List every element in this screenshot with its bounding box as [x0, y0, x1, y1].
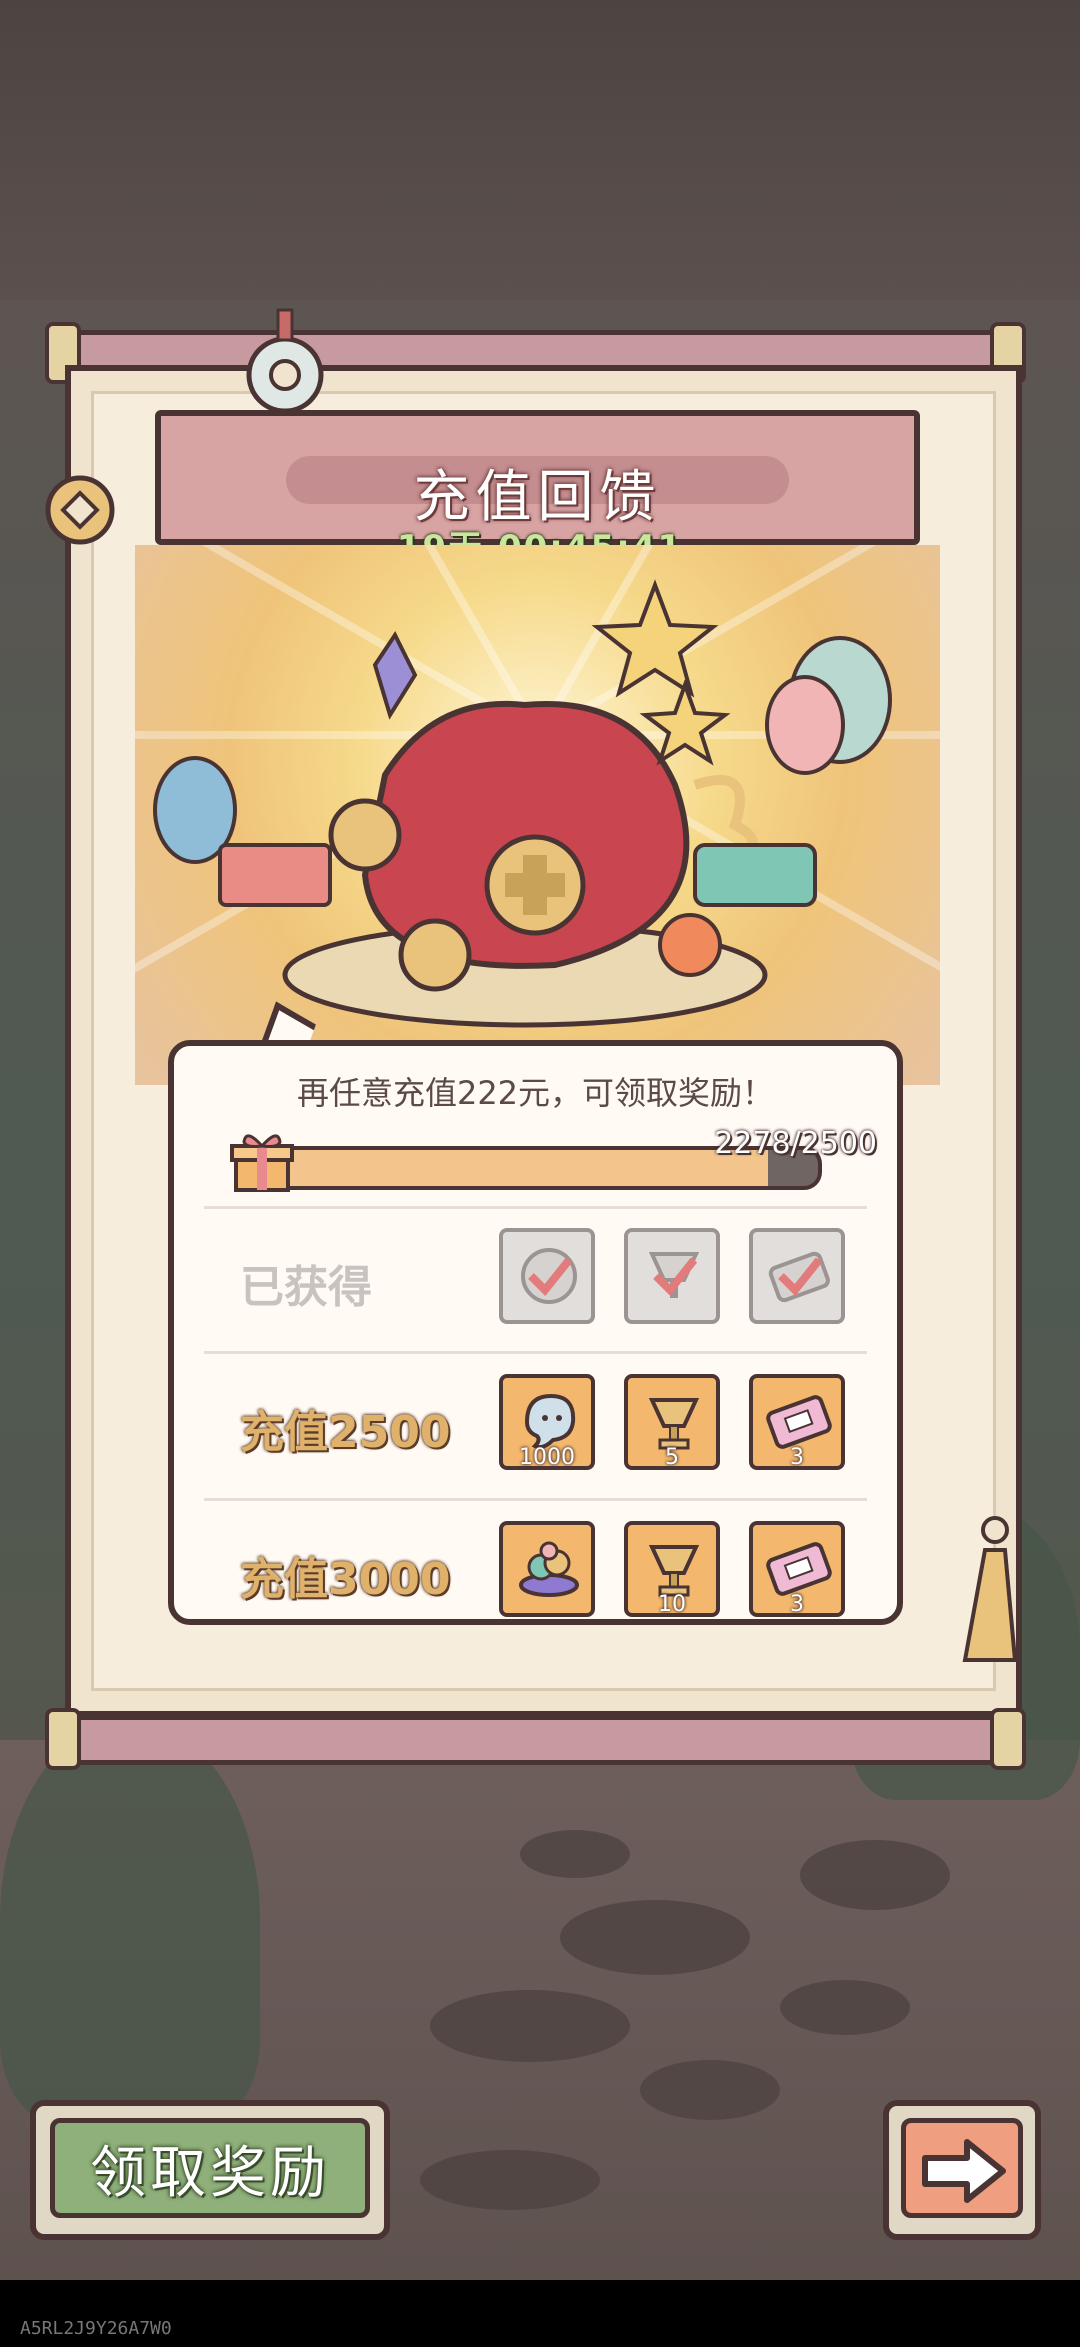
next-page-button[interactable] — [883, 2100, 1041, 2240]
reward-panel: 再任意充值222元，可领取奖励！ 2278/2500 已获得 充值2500 10… — [168, 1040, 903, 1625]
stepping-stone — [420, 2150, 600, 2210]
tier-label-3000: 充值3000 — [240, 1554, 451, 1605]
goblet-icon — [648, 1252, 700, 1298]
row-divider — [204, 1498, 867, 1501]
reward-quantity: 1000 — [519, 1445, 575, 1470]
treasure-icon — [519, 1541, 579, 1597]
reward-slot[interactable] — [499, 1521, 595, 1617]
stepping-stone — [640, 2060, 780, 2120]
scroll-bottom-rod — [60, 1715, 1020, 1765]
next-arrow-icon — [922, 2139, 1006, 2203]
stepping-stone — [520, 1830, 630, 1878]
stepping-stone — [780, 1980, 910, 2035]
reward-quantity: 5 — [665, 1445, 679, 1470]
reward-quantity: 3 — [790, 1445, 804, 1470]
row-divider — [204, 1206, 867, 1209]
stepping-stone — [430, 1990, 630, 2062]
lucky-bag-illustration — [135, 545, 940, 1085]
reward-slot[interactable] — [749, 1228, 845, 1324]
stepping-stone — [560, 1900, 750, 1975]
progress-fill — [258, 1150, 769, 1186]
reward-quantity: 10 — [658, 1592, 686, 1617]
recharge-hint: 再任意充值222元，可领取奖励！ — [296, 1074, 775, 1112]
ticket-icon — [768, 1251, 830, 1303]
reward-slot[interactable]: 10 — [624, 1521, 720, 1617]
reward-slot[interactable]: 3 — [749, 1521, 845, 1617]
treasure-bag-icon — [153, 579, 892, 1028]
tassel-icon — [962, 1516, 1018, 1662]
claim-reward-label: 领取奖励 — [90, 2141, 330, 2206]
coin-icon — [521, 1248, 577, 1304]
row-divider — [204, 1351, 867, 1354]
gift-box-icon — [230, 1134, 294, 1192]
reward-quantity: 3 — [790, 1592, 804, 1617]
stepping-stone — [800, 1840, 950, 1910]
reward-slot[interactable] — [499, 1228, 595, 1324]
reward-slot[interactable]: 1000 — [499, 1374, 595, 1470]
watermark-text: A5RL2J9Y26A7W0 — [20, 2318, 172, 2339]
tier-label-2500: 充值2500 — [240, 1407, 451, 1458]
background-sky — [0, 0, 1080, 300]
reward-slot[interactable]: 3 — [749, 1374, 845, 1470]
scroll-rod-cap — [990, 1708, 1026, 1770]
background-bush — [0, 1720, 260, 2120]
reward-slot[interactable]: 5 — [624, 1374, 720, 1470]
tier-label-claimed: 已获得 — [240, 1262, 372, 1313]
reward-slot[interactable] — [624, 1228, 720, 1324]
progress-text: 2278/2500 — [714, 1126, 877, 1161]
claim-reward-button[interactable]: 领取奖励 — [30, 2100, 390, 2240]
scroll-rod-cap — [45, 1708, 81, 1770]
